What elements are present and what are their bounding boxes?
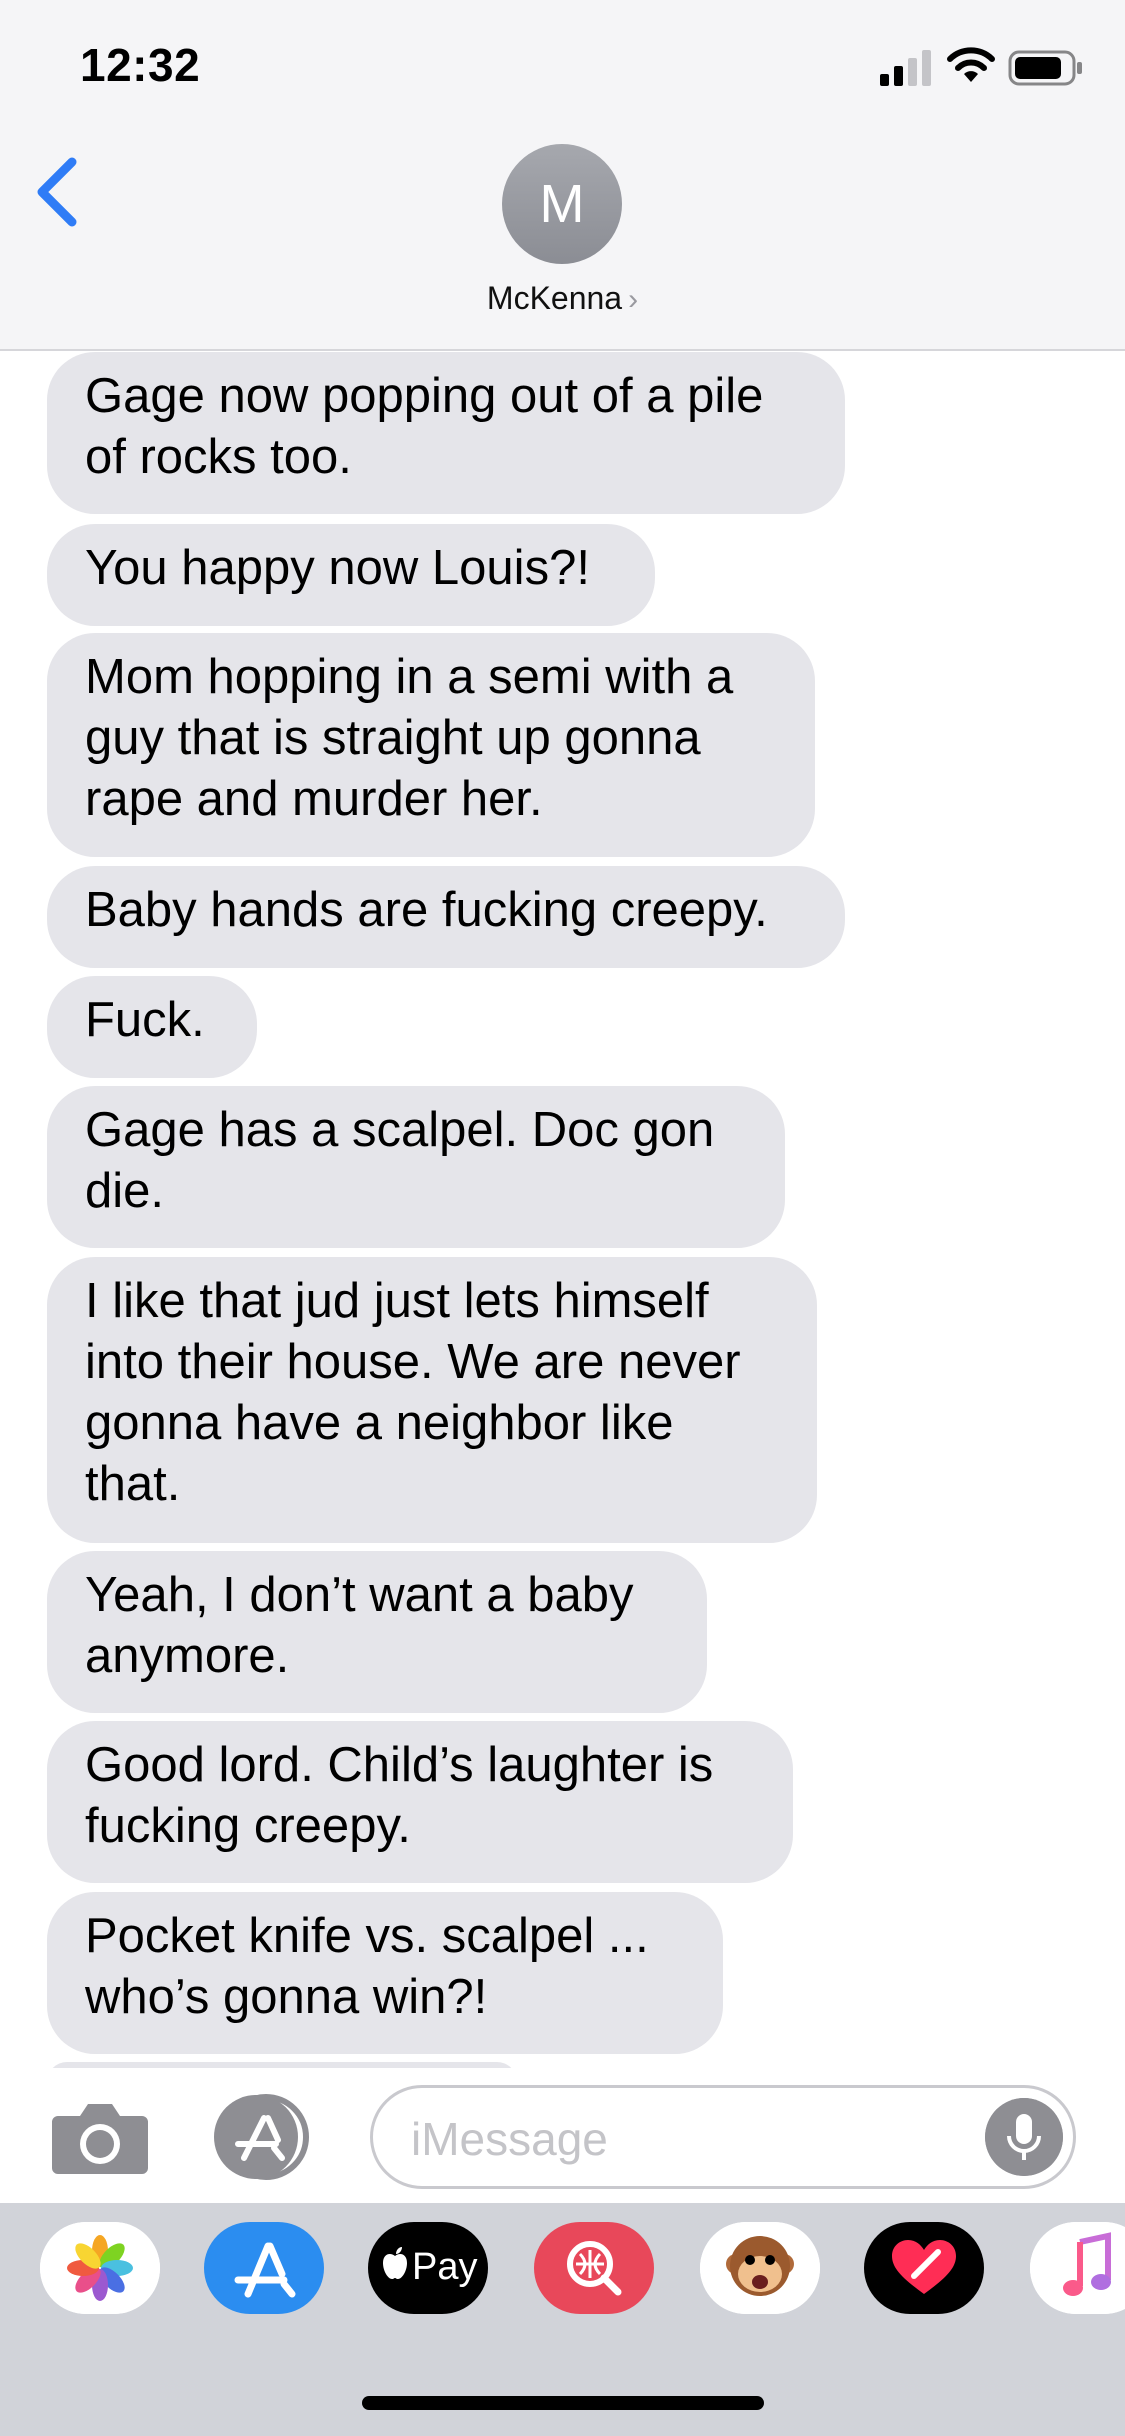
message-bubble[interactable]: Pocket knife vs. scalpel ... who’s gonna… [47, 1892, 723, 2054]
contact-name-button[interactable]: McKenna › [0, 280, 1125, 317]
message-bubble[interactable]: Gage now popping out of a pile of rocks … [47, 352, 845, 514]
message-text: I like that jud just lets himself into t… [85, 1274, 741, 1511]
contact-avatar[interactable]: M [502, 144, 622, 264]
imessage-placeholder: iMessage [411, 2113, 608, 2165]
app-store-app-icon[interactable] [204, 2222, 324, 2314]
conversation-header: 12:32 M McKenna › [0, 0, 1125, 351]
digital-touch-app-icon[interactable] [864, 2222, 984, 2314]
message-text: Mom hopping in a semi with a guy that is… [85, 650, 734, 826]
app-store-drawer-icon[interactable] [208, 2092, 318, 2182]
message-bubble[interactable]: I like that jud just lets himself into t… [47, 1257, 817, 1543]
message-text: Pocket knife vs. scalpel ... who’s gonna… [85, 1909, 649, 2024]
animoji-app-icon[interactable] [700, 2222, 820, 2314]
battery-icon [1008, 50, 1082, 86]
camera-icon[interactable] [50, 2100, 150, 2176]
message-text: Yeah, I don’t want a baby anymore. [85, 1568, 634, 1683]
images-search-app-icon[interactable] [534, 2222, 654, 2314]
status-time: 12:32 [80, 39, 201, 91]
home-indicator[interactable] [362, 2396, 764, 2410]
message-text: Good lord. Child’s laughter is fucking c… [85, 1738, 714, 1853]
message-text: Gage has a scalpel. Doc gon die. [85, 1103, 715, 1218]
music-app-icon[interactable] [1030, 2222, 1125, 2314]
message-bubble[interactable]: Gage has a scalpel. Doc gon die. [47, 1086, 785, 1248]
wifi-icon [947, 47, 995, 82]
apple-pay-app-icon[interactable]: Pay [368, 2222, 488, 2314]
contact-name: McKenna [486, 280, 623, 316]
message-bubble[interactable]: Baby hands are fucking creepy. [47, 866, 845, 968]
photos-app-icon[interactable] [40, 2222, 160, 2314]
back-chevron-icon[interactable] [30, 152, 84, 232]
cellular-signal-icon [880, 50, 931, 86]
imessage-input[interactable]: iMessage [370, 2085, 1076, 2189]
message-bubble[interactable]: Mom hopping in a semi with a guy that is… [47, 633, 815, 857]
microphone-icon[interactable] [985, 2098, 1063, 2176]
message-bubble[interactable]: Yeah, I don’t want a baby anymore. [47, 1551, 707, 1713]
message-text: Baby hands are fucking creepy. [85, 883, 768, 937]
message-text: Gage now popping out of a pile of rocks … [85, 369, 764, 484]
chevron-right-icon: › [628, 283, 639, 316]
apple-logo-icon [383, 2247, 407, 2279]
message-text: You happy now Louis?! [85, 541, 590, 595]
message-bubble[interactable]: Good lord. Child’s laughter is fucking c… [47, 1721, 793, 1883]
apple-pay-label: Pay [412, 2246, 478, 2288]
message-bubble[interactable]: Fuck. [47, 976, 257, 1078]
message-text: Fuck. [85, 993, 205, 1047]
message-bubble[interactable]: You happy now Louis?! [47, 524, 655, 626]
